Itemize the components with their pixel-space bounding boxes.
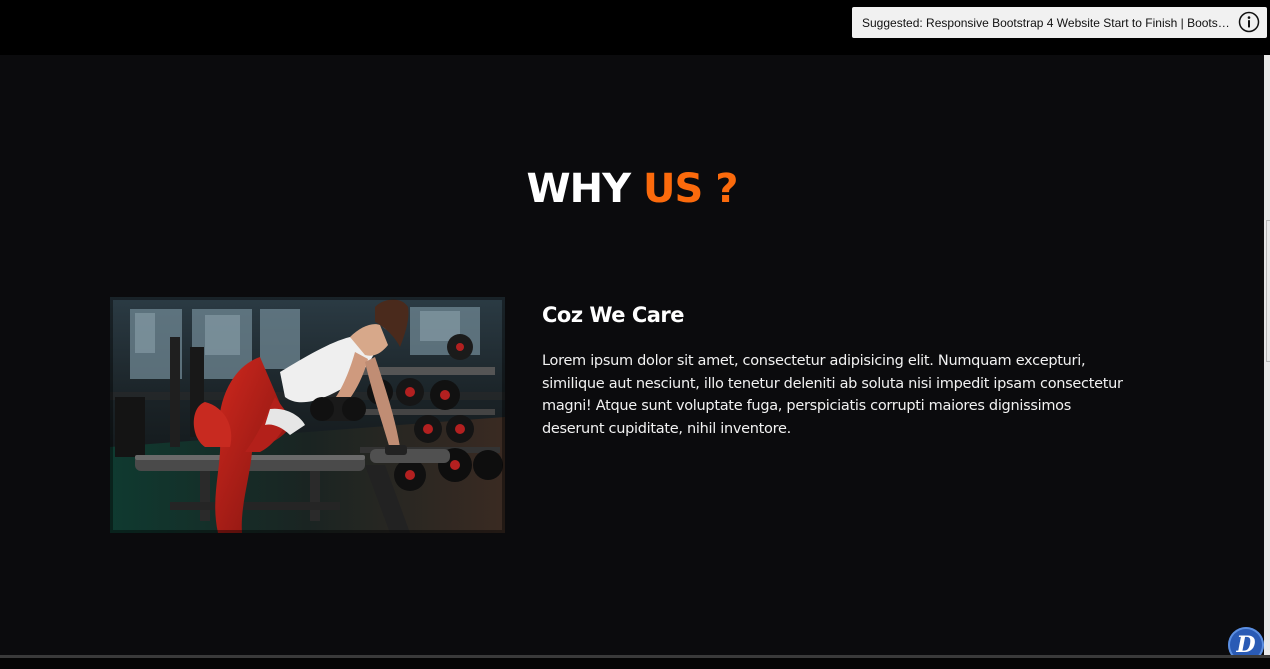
video-top-bar: Suggested: Responsive Bootstrap 4 Websit… bbox=[0, 0, 1270, 55]
scroll-edge bbox=[1264, 55, 1270, 655]
feature-description: Lorem ipsum dolor sit amet, consectetur … bbox=[542, 353, 1123, 438]
feature-title: Coz We Care bbox=[542, 303, 685, 327]
gym-photo bbox=[110, 297, 505, 533]
suggested-video-title[interactable]: Suggested: Responsive Bootstrap 4 Websit… bbox=[862, 16, 1232, 30]
video-bottom-bar bbox=[0, 655, 1270, 669]
heading-accent-part: US ? bbox=[643, 166, 738, 212]
heading-white-part: WHY bbox=[526, 166, 632, 212]
info-icon[interactable] bbox=[1238, 11, 1260, 33]
video-frame: Suggested: Responsive Bootstrap 4 Websit… bbox=[0, 0, 1270, 669]
section-heading: WHY US ? bbox=[0, 161, 1264, 217]
suggested-video-card[interactable]: Suggested: Responsive Bootstrap 4 Websit… bbox=[852, 7, 1267, 38]
